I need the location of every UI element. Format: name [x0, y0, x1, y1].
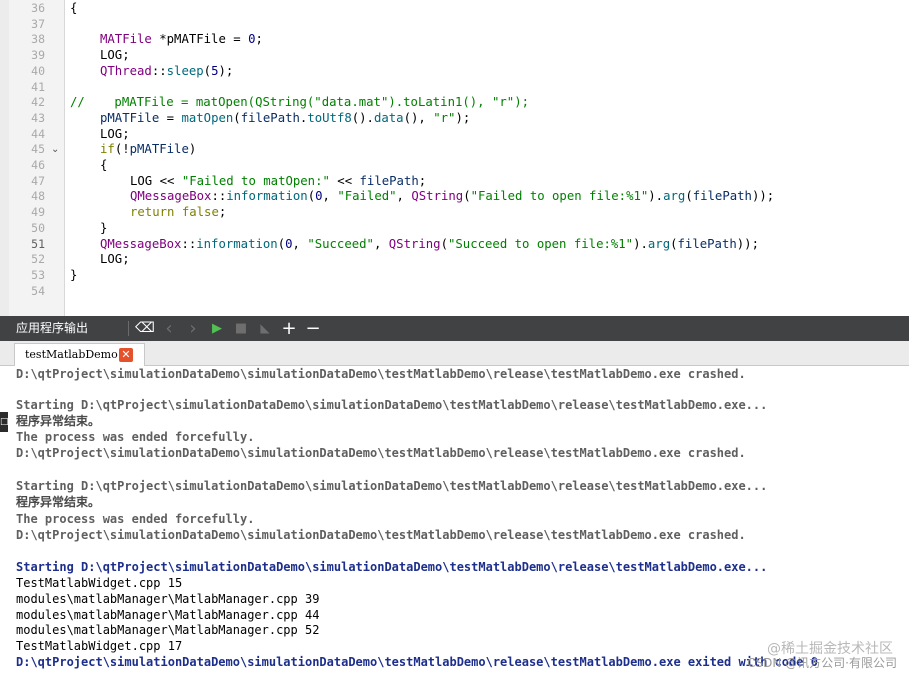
- output-line: Starting D:\qtProject\simulationDataDemo…: [16, 478, 768, 493]
- close-icon[interactable]: ✕: [119, 348, 133, 362]
- code-line: QMessageBox::information(0, "Succeed", Q…: [100, 236, 759, 251]
- line-number: 53: [31, 267, 45, 282]
- code-line: }: [100, 220, 108, 235]
- line-number: 38: [31, 32, 45, 47]
- line-number: 43: [31, 110, 45, 125]
- output-line: D:\qtProject\simulationDataDemo\simulati…: [16, 445, 746, 460]
- code-line: // pMATFile = matOpen(QString("data.mat"…: [70, 95, 530, 110]
- output-line: D:\qtProject\simulationDataDemo\simulati…: [16, 654, 818, 669]
- code-line: LOG;: [100, 48, 130, 63]
- output-pane-toolbar: 应用程序输出 ⌫ ‹ › ▶ ■ ◣ + −: [0, 316, 909, 341]
- code-line: }: [70, 267, 78, 282]
- output-tab-bar: testMatlabDemo ✕: [0, 341, 909, 366]
- watermark: @稀土掘金技术社区: [767, 641, 893, 657]
- output-line: TestMatlabWidget.cpp 15: [16, 576, 183, 591]
- output-line: Starting D:\qtProject\simulationDataDemo…: [16, 560, 768, 575]
- code-area[interactable]: { MATFile *pMATFile = 0; LOG; QThread::s…: [70, 0, 909, 316]
- line-number: 39: [31, 48, 45, 63]
- line-number-gutter: 36 37 38 39 40 41 42 43 44 45 46 47 48 4…: [9, 0, 65, 316]
- zoom-in-icon[interactable]: +: [278, 316, 300, 341]
- output-line: modules\matlabManager\MatlabManager.cpp …: [16, 623, 320, 638]
- code-line: return false;: [130, 205, 227, 220]
- line-number: 41: [31, 79, 45, 94]
- watermark-secondary: CSDN @讯方公司·有限公司: [747, 656, 897, 670]
- line-number: 49: [31, 205, 45, 220]
- output-line: modules\matlabManager\MatlabManager.cpp …: [16, 607, 320, 622]
- editor-left-strip: [0, 0, 9, 316]
- line-number: 52: [31, 252, 45, 267]
- code-line: LOG;: [100, 126, 130, 141]
- tab-label: testMatlabDemo: [25, 348, 118, 361]
- code-line: if(!pMATFile): [100, 142, 197, 157]
- application-output[interactable]: D:\qtProject\simulationDataDemo\simulati…: [0, 366, 909, 679]
- line-number: 44: [31, 126, 45, 141]
- output-line: modules\matlabManager\MatlabManager.cpp …: [16, 591, 320, 606]
- clear-output-icon[interactable]: ⌫: [134, 316, 156, 341]
- code-line: {: [100, 158, 108, 172]
- code-line: {: [70, 1, 78, 15]
- output-line: TestMatlabWidget.cpp 17: [16, 638, 183, 653]
- line-number: 51: [31, 236, 45, 251]
- output-pane-title[interactable]: 应用程序输出: [16, 316, 88, 341]
- output-line: 程序异常结束。: [16, 494, 101, 509]
- fold-chevron-icon[interactable]: ⌄: [51, 142, 59, 158]
- stop-icon[interactable]: ■: [230, 316, 252, 341]
- line-number: 50: [31, 220, 45, 235]
- line-number: 54: [31, 283, 45, 298]
- code-line: QThread::sleep(5);: [100, 63, 234, 78]
- tab-testmatlabdemo[interactable]: testMatlabDemo ✕: [14, 343, 145, 366]
- line-number: 42: [31, 95, 45, 110]
- line-number: 47: [31, 173, 45, 188]
- side-panel-toggle[interactable]: □: [0, 412, 9, 432]
- output-line: 程序异常结束。: [16, 414, 101, 429]
- code-line: pMATFile = matOpen(filePath.toUtf8().dat…: [100, 110, 471, 125]
- line-number: 40: [31, 63, 45, 78]
- run-icon[interactable]: ▶: [206, 316, 228, 341]
- line-number: 48: [31, 189, 45, 204]
- toolbar-divider: [128, 321, 129, 336]
- zoom-out-icon[interactable]: −: [302, 316, 324, 341]
- line-number: 45: [31, 142, 45, 157]
- code-line: MATFile *pMATFile = 0;: [100, 32, 263, 47]
- attach-debugger-icon[interactable]: ◣: [254, 316, 276, 341]
- code-editor[interactable]: 36 37 38 39 40 41 42 43 44 45 46 47 48 4…: [0, 0, 909, 316]
- previous-item-icon[interactable]: ‹: [158, 316, 180, 341]
- output-line: The process was ended forcefully.: [16, 512, 255, 527]
- line-number: 36: [31, 1, 45, 15]
- output-line: D:\qtProject\simulationDataDemo\simulati…: [16, 528, 746, 542]
- output-line: Starting D:\qtProject\simulationDataDemo…: [16, 398, 768, 413]
- line-number: 37: [31, 16, 45, 31]
- code-line: LOG << "Failed to matOpen:" << filePath;: [130, 173, 427, 188]
- line-number: 46: [31, 158, 45, 172]
- output-line: D:\qtProject\simulationDataDemo\simulati…: [16, 367, 746, 381]
- code-line: QMessageBox::information(0, "Failed", QS…: [130, 189, 775, 204]
- output-line: The process was ended forcefully.: [16, 429, 255, 444]
- code-line: LOG;: [100, 252, 130, 267]
- next-item-icon[interactable]: ›: [182, 316, 204, 341]
